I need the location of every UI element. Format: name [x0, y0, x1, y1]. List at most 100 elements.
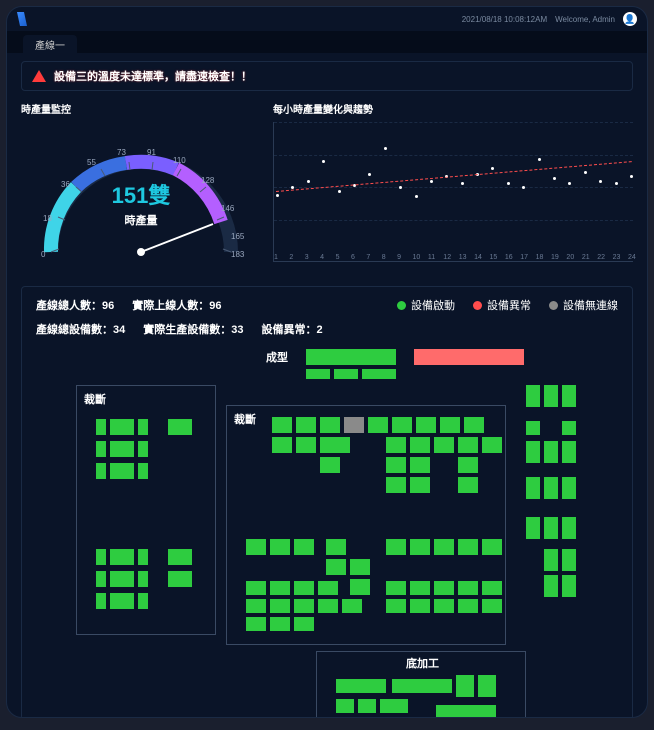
machine[interactable]: [306, 349, 396, 365]
machine[interactable]: [562, 549, 576, 571]
machine[interactable]: [246, 539, 266, 555]
machine[interactable]: [456, 675, 474, 697]
machine[interactable]: [526, 517, 540, 539]
machine[interactable]: [392, 417, 412, 433]
machine[interactable]: [138, 549, 148, 565]
machine[interactable]: [482, 437, 502, 453]
machine[interactable]: [294, 539, 314, 555]
machine[interactable]: [416, 417, 436, 433]
machine[interactable]: [96, 441, 106, 457]
machine[interactable]: [336, 679, 386, 693]
machine[interactable]: [386, 437, 406, 453]
machine[interactable]: [562, 441, 576, 463]
machine[interactable]: [294, 617, 314, 631]
machine[interactable]: [434, 437, 454, 453]
machine[interactable]: [296, 417, 316, 433]
machine[interactable]: [482, 539, 502, 555]
machine[interactable]: [110, 571, 134, 587]
machine[interactable]: [318, 581, 338, 595]
machine[interactable]: [562, 477, 576, 499]
machine[interactable]: [386, 457, 406, 473]
machine[interactable]: [246, 617, 266, 631]
machine[interactable]: [410, 581, 430, 595]
machine[interactable]: [272, 437, 292, 453]
machine[interactable]: [434, 599, 454, 613]
machine[interactable]: [320, 457, 340, 473]
machine[interactable]: [334, 369, 358, 379]
machine[interactable]: [386, 599, 406, 613]
machine[interactable]: [270, 617, 290, 631]
machine[interactable]: [544, 477, 558, 499]
machine[interactable]: [458, 457, 478, 473]
machine[interactable]: [138, 463, 148, 479]
machine[interactable]: [544, 549, 558, 571]
machine[interactable]: [458, 581, 478, 595]
machine[interactable]: [386, 477, 406, 493]
machine[interactable]: [544, 517, 558, 539]
machine[interactable]: [270, 581, 290, 595]
machine[interactable]: [96, 571, 106, 587]
machine[interactable]: [294, 599, 314, 613]
machine[interactable]: [270, 539, 290, 555]
machine[interactable]: [270, 599, 290, 613]
machine[interactable]: [306, 369, 330, 379]
machine[interactable]: [358, 699, 376, 713]
machine[interactable]: [320, 437, 350, 453]
machine[interactable]: [110, 463, 134, 479]
machine[interactable]: [392, 679, 452, 693]
machine[interactable]: [434, 539, 454, 555]
machine[interactable]: [410, 539, 430, 555]
machine[interactable]: [526, 421, 540, 435]
machine[interactable]: [410, 437, 430, 453]
machine[interactable]: [326, 559, 346, 575]
machine[interactable]: [96, 593, 106, 609]
machine[interactable]: [326, 539, 346, 555]
machine[interactable]: [410, 599, 430, 613]
machine[interactable]: [526, 385, 540, 407]
machine[interactable]: [110, 593, 134, 609]
machine[interactable]: [458, 437, 478, 453]
machine[interactable]: [320, 417, 340, 433]
machine[interactable]: [110, 549, 134, 565]
machine[interactable]: [526, 441, 540, 463]
machine[interactable]: [246, 599, 266, 613]
machine[interactable]: [380, 699, 408, 713]
machine[interactable]: [562, 421, 576, 435]
machine[interactable]: [544, 385, 558, 407]
machine[interactable]: [318, 599, 338, 613]
machine[interactable]: [544, 441, 558, 463]
machine[interactable]: [350, 579, 370, 595]
machine[interactable]: [436, 705, 496, 718]
machine[interactable]: [138, 419, 148, 435]
machine[interactable]: [464, 417, 484, 433]
machine[interactable]: [296, 437, 316, 453]
machine[interactable]: [544, 575, 558, 597]
machine[interactable]: [526, 477, 540, 499]
machine[interactable]: [110, 419, 134, 435]
machine[interactable]: [168, 419, 192, 435]
machine[interactable]: [386, 581, 406, 595]
machine[interactable]: [386, 539, 406, 555]
machine[interactable]: [478, 675, 496, 697]
machine[interactable]: [96, 463, 106, 479]
machine[interactable]: [562, 575, 576, 597]
machine[interactable]: [562, 517, 576, 539]
tab-line-1[interactable]: 產線一: [23, 35, 77, 53]
machine[interactable]: [482, 599, 502, 613]
machine[interactable]: [434, 581, 454, 595]
machine[interactable]: [138, 441, 148, 457]
machine[interactable]: [168, 549, 192, 565]
machine[interactable]: [246, 581, 266, 595]
machine[interactable]: [362, 369, 396, 379]
machine[interactable]: [272, 417, 292, 433]
machine[interactable]: [368, 417, 388, 433]
machine[interactable]: [482, 581, 502, 595]
machine[interactable]: [110, 441, 134, 457]
machine[interactable]: [440, 417, 460, 433]
machine[interactable]: [458, 539, 478, 555]
machine[interactable]: [336, 699, 354, 713]
machine[interactable]: [458, 477, 478, 493]
machine[interactable]: [96, 549, 106, 565]
machine[interactable]: [168, 571, 192, 587]
machine[interactable]: [562, 385, 576, 407]
